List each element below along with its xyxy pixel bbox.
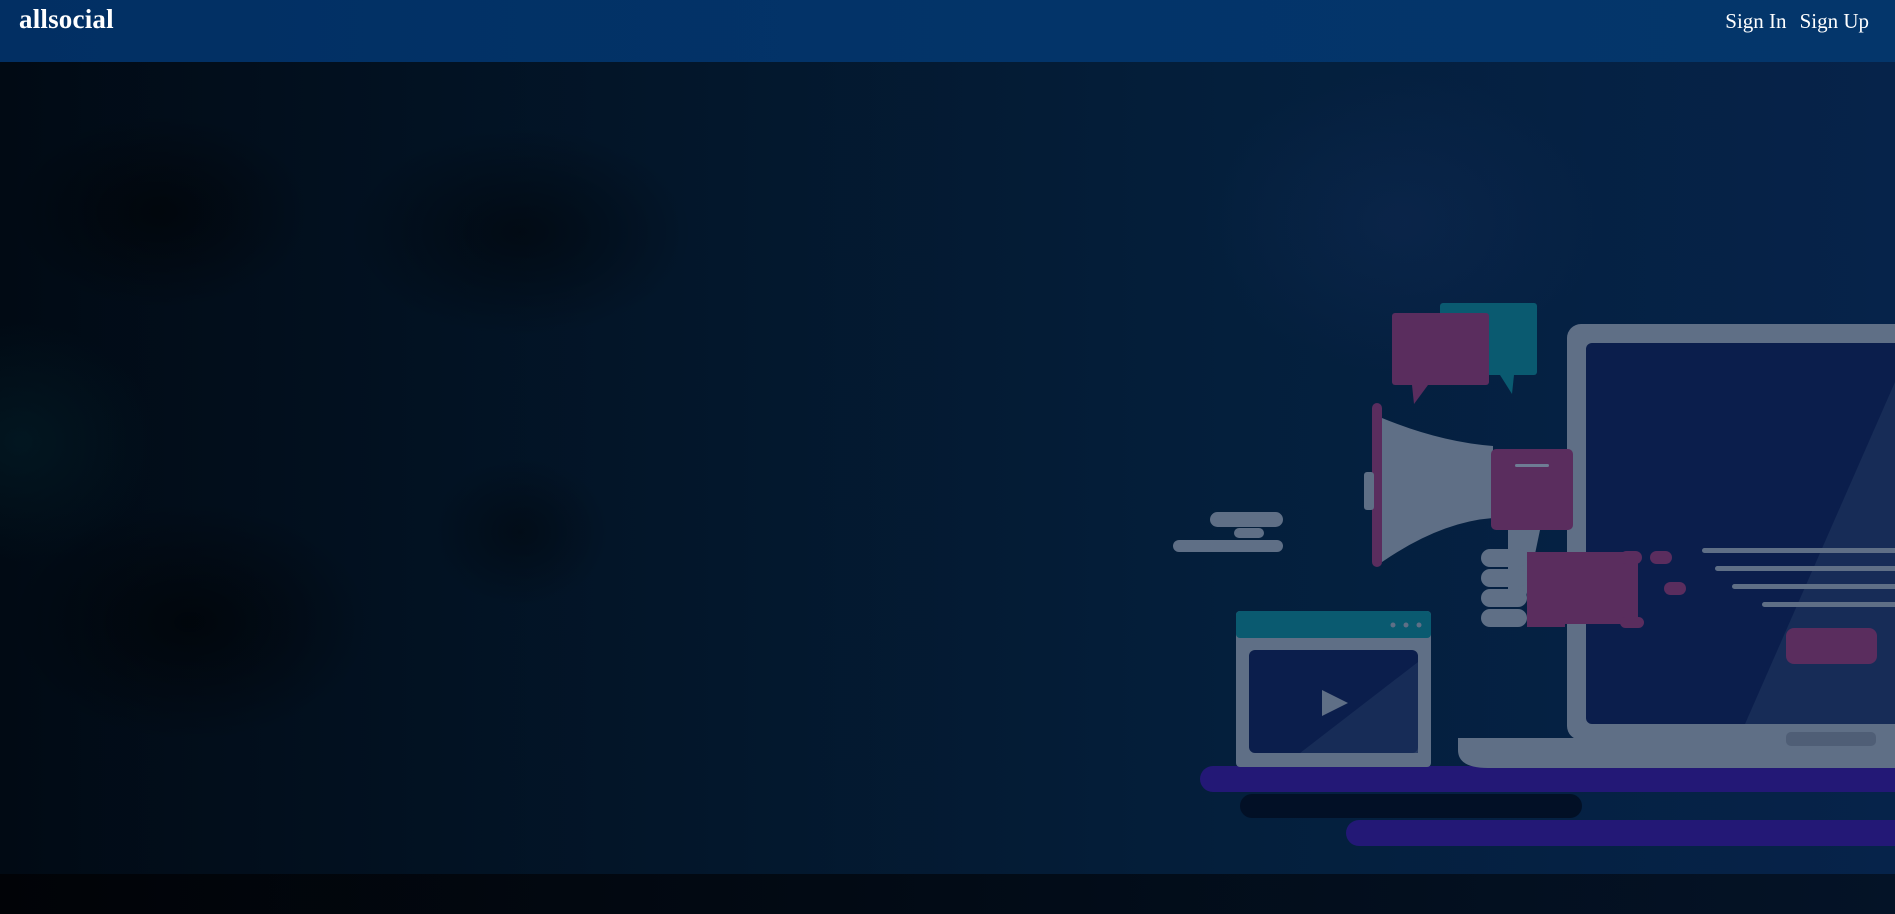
video-window-illustration (1236, 611, 1431, 767)
footer-strip (0, 874, 1895, 914)
speech-bubbles-illustration (1392, 303, 1537, 404)
sign-up-link[interactable]: Sign Up (1800, 9, 1869, 34)
sign-in-link[interactable]: Sign In (1725, 9, 1786, 34)
nav-links: Sign In Sign Up (1725, 9, 1869, 34)
hero-illustration (1173, 303, 1895, 846)
decorative-stripes (1200, 766, 1895, 846)
top-navbar: allsocial Sign In Sign Up (0, 0, 1895, 62)
hero-banner (0, 62, 1895, 874)
motion-lines (1173, 512, 1283, 552)
brand-logo[interactable]: allsocial (19, 4, 114, 35)
